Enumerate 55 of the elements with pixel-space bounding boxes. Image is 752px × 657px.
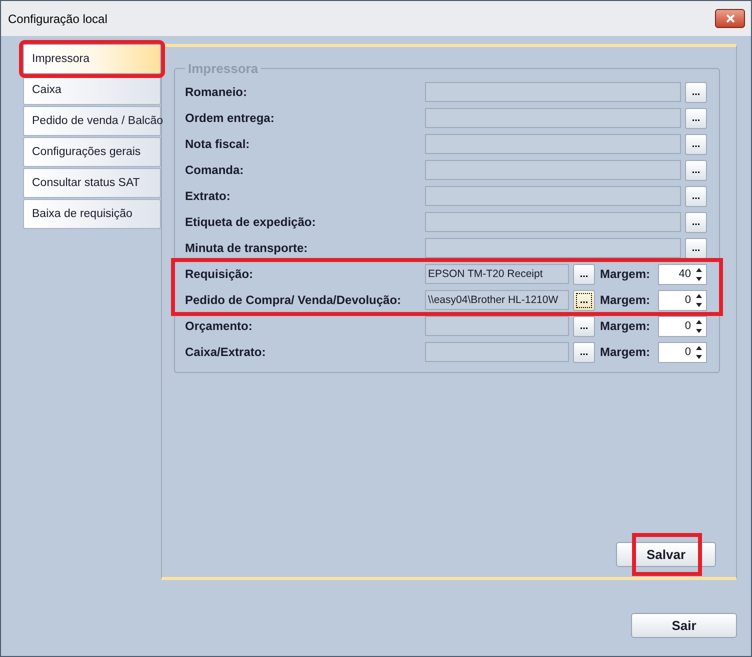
input-field[interactable]: EPSON TM-T20 Receipt	[425, 264, 569, 284]
input-field[interactable]	[425, 212, 681, 232]
spin-box[interactable]: 0	[658, 290, 707, 310]
input-field[interactable]	[425, 316, 569, 336]
browse-button[interactable]: ...	[573, 290, 595, 310]
input-field[interactable]	[425, 238, 681, 258]
spin-box[interactable]: 40	[658, 264, 707, 284]
browse-button[interactable]: ...	[685, 212, 707, 232]
field-label: Minuta de transporte:	[185, 241, 309, 255]
input-field[interactable]: \\easy04\Brother HL-1210W	[425, 290, 569, 310]
browse-button[interactable]: ...	[685, 186, 707, 206]
browse-button[interactable]: ...	[573, 342, 595, 362]
field-label: Romaneio:	[185, 85, 248, 99]
input-field[interactable]	[425, 82, 681, 102]
field-label: Margem:	[600, 319, 652, 333]
save-button[interactable]: Salvar	[616, 542, 716, 567]
field-label: Nota fiscal:	[185, 137, 251, 151]
field-label: Pedido de Compra/ Venda/Devolução:	[185, 293, 402, 307]
browse-button[interactable]: ...	[685, 82, 707, 102]
field-label: Margem:	[600, 293, 652, 307]
window-title: Configuração local	[8, 12, 108, 26]
browse-button[interactable]: ...	[685, 160, 707, 180]
tab[interactable]: Configurações gerais	[23, 137, 161, 167]
input-field[interactable]	[425, 134, 681, 154]
spin-arrows-icon	[694, 266, 704, 282]
field-label: Caixa/Extrato:	[185, 345, 267, 359]
tab[interactable]: Caixa	[23, 75, 161, 105]
input-field[interactable]	[425, 108, 681, 128]
browse-button[interactable]: ...	[573, 316, 595, 336]
field-label: Margem:	[600, 267, 652, 281]
tab[interactable]: Baixa de requisição	[23, 199, 161, 229]
field-label: Ordem entrega:	[185, 111, 276, 125]
field-label: Comanda:	[185, 163, 245, 177]
input-field[interactable]	[425, 186, 681, 206]
tab[interactable]: Pedido de venda / Balcão	[23, 106, 161, 136]
input-field[interactable]	[425, 342, 569, 362]
spin-arrows-icon	[694, 318, 704, 334]
spin-arrows-icon	[694, 344, 704, 360]
spin-arrows-icon	[694, 292, 704, 308]
close-button[interactable]	[715, 9, 745, 28]
field-label: Requisição:	[185, 267, 254, 281]
browse-button[interactable]: ...	[685, 134, 707, 154]
field-label: Orçamento:	[185, 319, 254, 333]
field-label: Etiqueta de expedição:	[185, 215, 317, 229]
browse-button[interactable]: ...	[573, 264, 595, 284]
exit-button[interactable]: Sair	[631, 613, 737, 638]
close-icon	[726, 14, 734, 23]
browse-button[interactable]: ...	[685, 108, 707, 128]
spin-box[interactable]: 0	[658, 316, 707, 336]
input-field[interactable]	[425, 160, 681, 180]
spin-box[interactable]: 0	[658, 342, 707, 362]
tab[interactable]: Consultar status SAT	[23, 168, 161, 198]
browse-button[interactable]: ...	[685, 238, 707, 258]
field-label: Extrato:	[185, 189, 232, 203]
field-label: Margem:	[600, 345, 652, 359]
